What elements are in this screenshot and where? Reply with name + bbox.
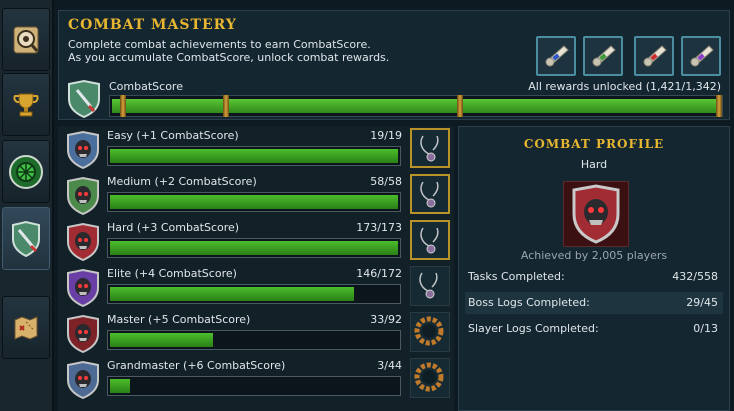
scroll-icon: [545, 45, 569, 67]
tier-row[interactable]: Grandmaster (+6 CombatScore) 3/44: [62, 358, 450, 400]
combat-profile-panel: COMBAT PROFILE Hard Achieved by 2,005 pl…: [458, 126, 730, 411]
skull-shield-icon: [572, 184, 620, 244]
combatscore-label: CombatScore: [109, 80, 183, 93]
ring-icon: [414, 316, 444, 346]
tier-progress-fill: [110, 241, 398, 255]
scroll-icon: [592, 45, 616, 67]
stat-row-boss-logs: Boss Logs Completed: 29/45: [465, 292, 723, 314]
amulet-icon: [419, 272, 438, 299]
tier-progress-bar: [107, 376, 401, 396]
map-scroll-icon: [14, 315, 38, 340]
tier-shield-icon: [67, 314, 99, 354]
tier-shield-icon: [67, 222, 99, 262]
tab-orb[interactable]: [2, 140, 50, 203]
tier-count: 146/172: [356, 267, 402, 280]
tier-label: Hard (+3 CombatScore): [107, 221, 240, 234]
combat-shield-icon: [68, 79, 100, 119]
tier-progress-bar: [107, 284, 401, 304]
amulet-icon: [420, 227, 439, 254]
tier-progress-fill: [110, 379, 130, 393]
tier-count: 58/58: [370, 175, 402, 188]
tier-row[interactable]: Easy (+1 CombatScore) 19/19: [62, 128, 450, 170]
tier-list: Easy (+1 CombatScore) 19/19 Medium (+2 Com…: [58, 126, 454, 411]
stat-row-slayer-logs: Slayer Logs Completed: 0/13: [465, 318, 723, 340]
tier-progress-fill: [110, 333, 213, 347]
stat-label: Tasks Completed:: [468, 270, 565, 283]
tier-reward-slot[interactable]: [410, 174, 450, 214]
stat-value: 29/45: [686, 296, 718, 309]
page-title: COMBAT MASTERY: [68, 17, 237, 33]
tier-progress-bar: [107, 146, 401, 166]
description-line-2: As you accumulate CombatScore, unlock co…: [68, 51, 390, 64]
achieved-by-count: Achieved by 2,005 players: [520, 249, 668, 262]
profile-title: COMBAT PROFILE: [523, 137, 665, 151]
tier-label: Master (+5 CombatScore): [107, 313, 251, 326]
description-line-1: Complete combat achievements to earn Com…: [68, 38, 371, 51]
tier-shield-icon: [67, 130, 99, 170]
reward-milestone-marker: [120, 95, 126, 117]
tier-label: Medium (+2 CombatScore): [107, 175, 257, 188]
stat-label: Slayer Logs Completed:: [468, 322, 599, 335]
tier-row[interactable]: Elite (+4 CombatScore) 146/172: [62, 266, 450, 308]
reward-milestone-marker: [457, 95, 463, 117]
tier-badge: [563, 181, 629, 247]
trophy-icon: [13, 93, 39, 116]
scroll-icon: [690, 45, 714, 67]
rewards-unlocked-status: All rewards unlocked (1,421/1,342): [528, 80, 721, 93]
tab-combat-mastery[interactable]: [2, 207, 50, 270]
tier-label: Elite (+4 CombatScore): [107, 267, 237, 280]
stat-value: 432/558: [672, 270, 718, 283]
tier-row[interactable]: Hard (+3 CombatScore) 173/173: [62, 220, 450, 262]
tier-count: 3/44: [377, 359, 402, 372]
tier-progress-fill: [110, 287, 354, 301]
amulet-icon: [420, 135, 439, 162]
profile-tier: Hard: [580, 158, 608, 171]
stat-label: Boss Logs Completed:: [468, 296, 590, 309]
stat-value: 0/13: [693, 322, 718, 335]
tier-progress-bar: [107, 238, 401, 258]
tier-progress-bar: [107, 192, 401, 212]
side-tab-bar: [0, 0, 54, 411]
tier-count: 33/92: [370, 313, 402, 326]
reward-scroll-1[interactable]: [536, 36, 576, 76]
combat-shield-icon: [12, 220, 40, 257]
reward-scroll-4[interactable]: [681, 36, 721, 76]
eye-scroll-icon: [13, 26, 39, 53]
tab-map[interactable]: [2, 296, 50, 359]
scroll-icon: [643, 45, 667, 67]
tier-shield-icon: [67, 268, 99, 308]
green-orb-icon: [9, 154, 43, 189]
tier-label: Easy (+1 CombatScore): [107, 129, 239, 142]
tier-progress-fill: [110, 149, 398, 163]
tier-row[interactable]: Master (+5 CombatScore) 33/92: [62, 312, 450, 354]
tier-progress-fill: [110, 195, 398, 209]
tab-combat-log[interactable]: [2, 8, 50, 71]
tier-reward-slot[interactable]: [410, 358, 450, 398]
combat-mastery-header: COMBAT MASTERY Complete combat achieveme…: [58, 10, 730, 120]
combatscore-progress-bar: [109, 95, 723, 117]
tier-shield-icon: [67, 176, 99, 216]
tier-row[interactable]: Medium (+2 CombatScore) 58/58: [62, 174, 450, 216]
reward-scroll-2[interactable]: [583, 36, 623, 76]
tier-progress-bar: [107, 330, 401, 350]
reward-scroll-3[interactable]: [634, 36, 674, 76]
tier-reward-slot[interactable]: [410, 128, 450, 168]
combatscore-progress-fill: [112, 99, 720, 113]
tier-shield-icon: [67, 360, 99, 400]
amulet-icon: [420, 181, 439, 208]
stat-row-tasks: Tasks Completed: 432/558: [465, 266, 723, 288]
tier-count: 19/19: [370, 129, 402, 142]
reward-milestone-marker: [223, 95, 229, 117]
tier-reward-slot[interactable]: [410, 266, 450, 306]
tier-reward-slot[interactable]: [410, 220, 450, 260]
tier-label: Grandmaster (+6 CombatScore): [107, 359, 286, 372]
tab-achievements[interactable]: [2, 73, 50, 136]
tier-count: 173/173: [356, 221, 402, 234]
reward-milestone-marker: [716, 95, 722, 117]
tier-reward-slot[interactable]: [410, 312, 450, 352]
ring-icon: [414, 362, 444, 392]
